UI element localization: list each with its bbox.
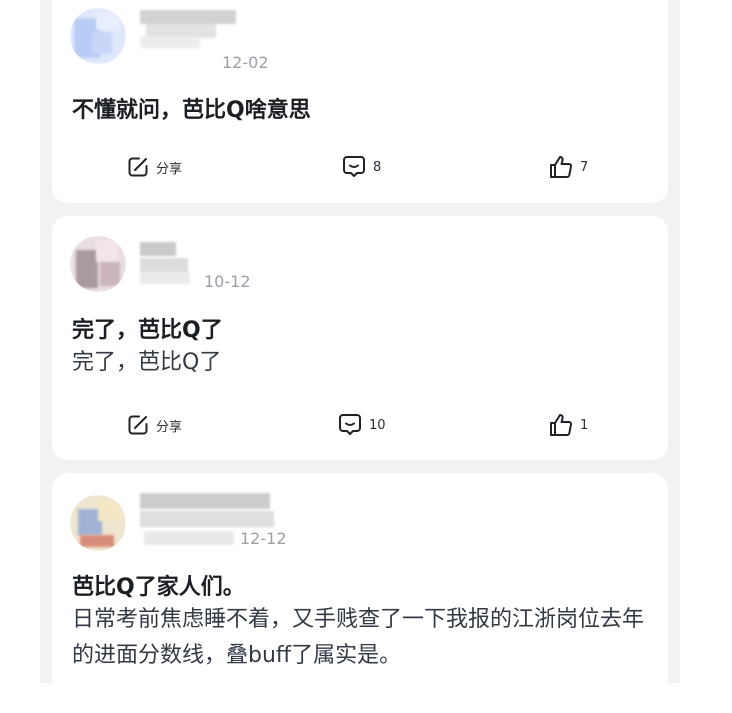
post-card[interactable]: 12-02 不懂就问，芭比Q啥意思 分享 8 7: [52, 0, 668, 203]
comment-button[interactable]: 10: [337, 411, 386, 439]
comment-button[interactable]: 8: [341, 153, 381, 181]
like-count: 1: [580, 417, 589, 433]
like-count: 7: [580, 159, 589, 175]
avatar[interactable]: [70, 495, 126, 551]
post-date: 12-12: [240, 529, 287, 548]
share-label: 分享: [156, 161, 183, 177]
post-card[interactable]: 10-12 完了，芭比Q了 完了，芭比Q了 分享 10 1: [52, 216, 668, 460]
post-card[interactable]: 12-12 芭比Q了家人们。 日常考前焦虑睡不着，又手贱查了一下我报的江浙岗位去…: [52, 473, 668, 713]
comment-count: 8: [373, 159, 382, 175]
post-title[interactable]: 不懂就问，芭比Q啥意思: [72, 92, 311, 124]
share-icon: [128, 157, 148, 177]
share-button[interactable]: 分享: [126, 411, 182, 439]
like-button[interactable]: 1: [548, 411, 588, 439]
post-title[interactable]: 完了，芭比Q了: [72, 312, 223, 344]
post-title[interactable]: 芭比Q了家人们。: [72, 569, 245, 601]
comment-icon: [339, 414, 361, 435]
share-icon: [128, 415, 148, 435]
avatar[interactable]: [70, 8, 126, 64]
post-date: 12-02: [222, 53, 269, 72]
thumbs-up-icon: [550, 414, 572, 436]
post-feed: 12-02 不懂就问，芭比Q啥意思 分享 8 7 10-12 完了，芭比Q了 完…: [40, 0, 680, 713]
share-label: 分享: [156, 419, 183, 435]
username-redacted: [140, 10, 236, 48]
share-button[interactable]: 分享: [126, 153, 182, 181]
post-date: 10-12: [204, 272, 251, 291]
thumbs-up-icon: [550, 156, 572, 178]
avatar[interactable]: [70, 236, 126, 292]
comment-count: 10: [369, 417, 386, 433]
post-body: 日常考前焦虑睡不着，又手贱查了一下我报的江浙岗位去年的进面分数线，叠buff了属…: [72, 607, 645, 668]
like-button[interactable]: 7: [548, 153, 588, 181]
username-redacted: [140, 242, 190, 286]
comment-icon: [343, 156, 365, 177]
post-body: 完了，芭比Q了: [72, 350, 222, 375]
